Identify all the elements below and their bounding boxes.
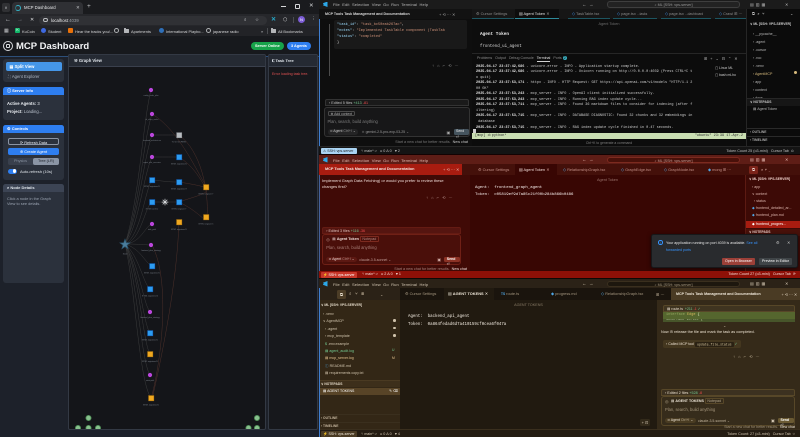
- svg-text:frontend_plan_strategy: frontend_plan_strategy: [141, 249, 160, 252]
- svg-text:Seed: Seed: [123, 254, 127, 256]
- svg-text:BTWL registered 5: BTWL registered 5: [144, 272, 160, 275]
- svg-text:BTWL sergeant 5: BTWL sergeant 5: [199, 223, 214, 226]
- svg-text:artist path: artist path: [146, 379, 154, 382]
- svg-text:BTWL registered 5: BTWL registered 5: [171, 228, 187, 231]
- svg-text:8 TWL last line: 8 TWL last line: [146, 208, 158, 211]
- svg-text:BTWL registered 7: BTWL registered 7: [171, 188, 187, 191]
- svg-text:BTWL registered 5: BTWL registered 5: [142, 339, 158, 342]
- svg-text:TO DO list FIRST: TO DO list FIRST: [172, 141, 188, 144]
- svg-text:agent_role_overview: agent_role_overview: [143, 161, 161, 164]
- svg-text:frontend_plan_strategy: frontend_plan_strategy: [140, 316, 159, 319]
- svg-text:di_silver_seeks: di_silver_seeks: [146, 118, 159, 121]
- svg-text:BTWL sergeant 7: BTWL sergeant 7: [172, 208, 187, 211]
- svg-text:BTWL registered 5: BTWL registered 5: [144, 185, 160, 188]
- svg-text:BTWL sergeant 7: BTWL sergeant 7: [199, 193, 214, 196]
- svg-text:tails_path: tails_path: [148, 228, 156, 231]
- svg-text:config_node_john: config_node_john: [144, 95, 159, 97]
- svg-text:8 TWL registered 5: 8 TWL registered 5: [142, 295, 158, 298]
- svg-text:BTWL registered 5: BTWL registered 5: [171, 163, 187, 166]
- svg-text:BTWL registered 5: BTWL registered 5: [143, 404, 159, 407]
- svg-text:BTWL registered 5: BTWL registered 5: [142, 360, 158, 363]
- svg-text:frontend_architecture: frontend_architecture: [143, 139, 161, 142]
